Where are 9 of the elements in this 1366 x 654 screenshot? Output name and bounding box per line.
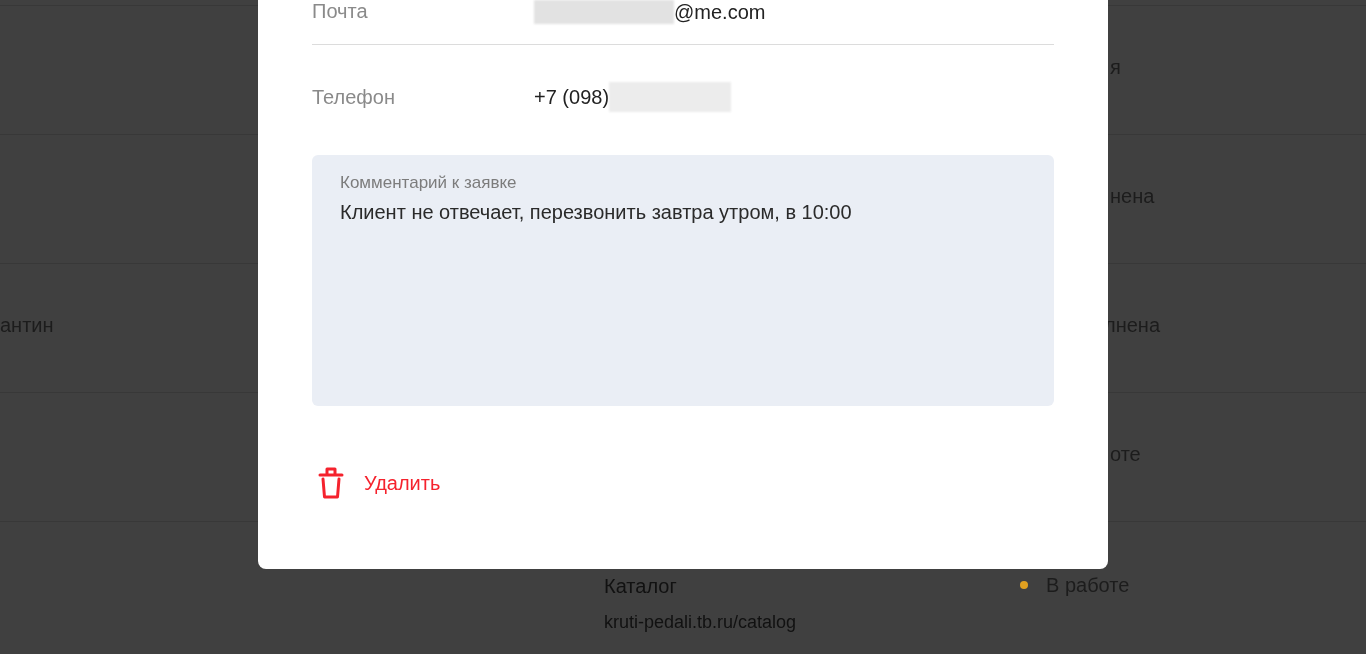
delete-button[interactable]: Удалить [312, 466, 441, 500]
field-value: +7 (098) [534, 85, 610, 109]
comment-text: Клиент не отвечает, перезвонить завтра утром, в 10:00 [340, 201, 852, 224]
comment-field[interactable]: Комментарий к заявке Клиент не отвечает, перезвонить завтра утром, в 10:00 [312, 155, 1054, 406]
field-value: @me.com [674, 0, 766, 24]
field-label: Почта [312, 0, 369, 23]
trash-icon [318, 466, 344, 500]
comment-label: Комментарий к заявке [340, 173, 517, 193]
field-label: Телефон [312, 85, 396, 109]
